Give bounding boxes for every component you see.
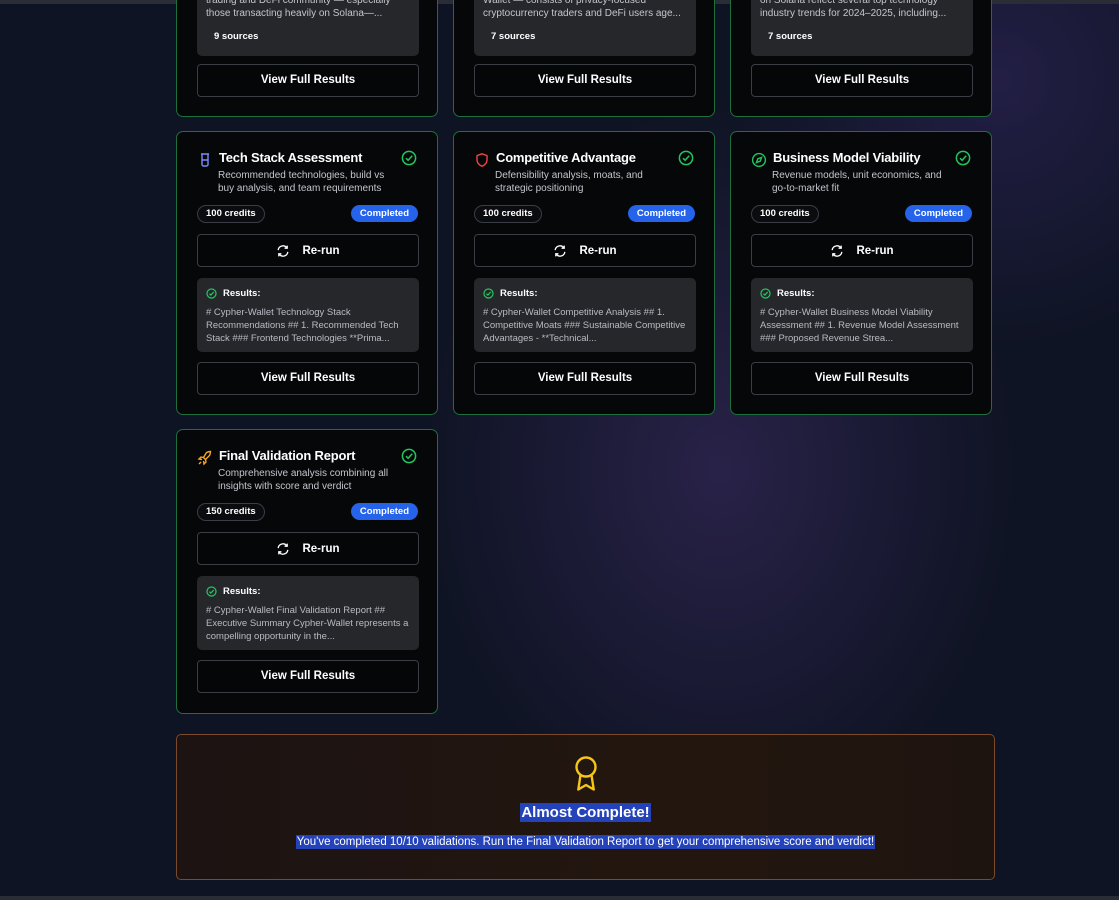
rerun-label: Re-run bbox=[579, 244, 617, 257]
sources-snippet: on Solana reflect several top technology… bbox=[760, 0, 947, 19]
view-full-results-button[interactable]: View Full Results bbox=[474, 64, 696, 97]
card-title: Competitive Advantage bbox=[496, 150, 636, 165]
card-description: Comprehensive analysis combining all ins… bbox=[218, 468, 389, 492]
research-card: on Solana reflect several top technology… bbox=[730, 0, 992, 117]
results-label: Results: bbox=[223, 585, 261, 597]
check-circle-icon bbox=[483, 287, 494, 299]
refresh-icon bbox=[278, 542, 289, 555]
results-preview: # Cypher-Wallet Business Model Viability… bbox=[760, 307, 959, 344]
view-full-results-button[interactable]: View Full Results bbox=[474, 362, 696, 395]
view-full-results-button[interactable]: View Full Results bbox=[197, 64, 419, 97]
shield-icon bbox=[476, 153, 488, 167]
rerun-label: Re-run bbox=[302, 244, 340, 257]
results-preview: # Cypher-Wallet Technology Stack Recomme… bbox=[206, 307, 399, 344]
card-title: Business Model Viability bbox=[773, 150, 921, 165]
sources-count: 9 sources bbox=[214, 31, 259, 42]
view-full-results-button[interactable]: View Full Results bbox=[197, 660, 419, 693]
results-preview: # Cypher-Wallet Final Validation Report … bbox=[206, 605, 409, 642]
refresh-icon bbox=[555, 244, 566, 257]
check-circle-icon bbox=[955, 150, 971, 166]
view-full-results-button[interactable]: View Full Results bbox=[751, 64, 973, 97]
bottom-divider bbox=[0, 896, 1119, 900]
banner-subtitle: You've completed 10/10 validations. Run … bbox=[295, 835, 876, 849]
sources-box: on Solana reflect several top technology… bbox=[751, 0, 973, 56]
sources-count: 7 sources bbox=[491, 31, 536, 42]
check-circle-icon bbox=[206, 287, 217, 299]
credits-badge: 150 credits bbox=[197, 503, 265, 521]
check-circle-icon bbox=[678, 150, 694, 166]
card-description: Defensibility analysis, moats, and strat… bbox=[495, 170, 643, 194]
validation-card-competitive-advantage: Competitive Advantage Defensibility anal… bbox=[453, 131, 715, 415]
results-box: Results: # Cypher-Wallet Business Model … bbox=[751, 278, 973, 352]
status-badge: Completed bbox=[627, 205, 695, 222]
view-full-results-button[interactable]: View Full Results bbox=[751, 362, 973, 395]
card-title: Final Validation Report bbox=[219, 448, 356, 463]
sources-count: 7 sources bbox=[768, 31, 813, 42]
card-title: Tech Stack Assessment bbox=[219, 150, 363, 165]
results-label: Results: bbox=[223, 287, 261, 299]
research-card: Wallet — consists of privacy-focused cry… bbox=[453, 0, 715, 117]
beaker-icon bbox=[201, 153, 209, 167]
check-circle-icon bbox=[760, 287, 771, 299]
status-badge: Completed bbox=[350, 503, 418, 520]
validation-card-final-report: Final Validation Report Comprehensive an… bbox=[176, 429, 438, 714]
sources-box: trading and DeFi community — especially … bbox=[197, 0, 419, 56]
rerun-label: Re-run bbox=[302, 542, 340, 555]
refresh-icon bbox=[832, 244, 843, 257]
results-box: Results: # Cypher-Wallet Technology Stac… bbox=[197, 278, 419, 352]
check-circle-icon bbox=[206, 585, 217, 597]
status-badge: Completed bbox=[350, 205, 418, 222]
rerun-button[interactable]: Re-run bbox=[197, 532, 419, 565]
credits-badge: 100 credits bbox=[197, 205, 265, 223]
results-preview: # Cypher-Wallet Competitive Analysis ## … bbox=[483, 307, 686, 344]
status-badge: Completed bbox=[904, 205, 972, 222]
credits-badge: 100 credits bbox=[751, 205, 819, 223]
card-description: Recommended technologies, build vs buy a… bbox=[218, 170, 385, 194]
award-icon bbox=[575, 756, 597, 791]
sources-snippet: trading and DeFi community — especially … bbox=[206, 0, 391, 19]
compass-icon bbox=[751, 152, 767, 168]
almost-complete-banner: Almost Complete! You've completed 10/10 … bbox=[176, 734, 995, 880]
refresh-icon bbox=[278, 244, 289, 257]
rerun-button[interactable]: Re-run bbox=[474, 234, 696, 267]
sources-box: Wallet — consists of privacy-focused cry… bbox=[474, 0, 696, 56]
results-label: Results: bbox=[777, 287, 815, 299]
rocket-icon bbox=[197, 450, 212, 466]
credits-badge: 100 credits bbox=[474, 205, 542, 223]
check-circle-icon bbox=[401, 150, 417, 166]
rerun-label: Re-run bbox=[856, 244, 894, 257]
sources-snippet: Wallet — consists of privacy-focused cry… bbox=[483, 0, 681, 19]
results-box: Results: # Cypher-Wallet Competitive Ana… bbox=[474, 278, 696, 352]
validation-card-tech-stack: Tech Stack Assessment Recommended techno… bbox=[176, 131, 438, 415]
validation-card-business-model: Business Model Viability Revenue models,… bbox=[730, 131, 992, 415]
check-circle-icon bbox=[401, 448, 417, 464]
rerun-button[interactable]: Re-run bbox=[197, 234, 419, 267]
results-box: Results: # Cypher-Wallet Final Validatio… bbox=[197, 576, 419, 650]
results-label: Results: bbox=[500, 287, 538, 299]
card-description: Revenue models, unit economics, and go-t… bbox=[772, 170, 942, 194]
banner-title: Almost Complete! bbox=[520, 803, 651, 822]
view-full-results-button[interactable]: View Full Results bbox=[197, 362, 419, 395]
research-card: trading and DeFi community — especially … bbox=[176, 0, 438, 117]
rerun-button[interactable]: Re-run bbox=[751, 234, 973, 267]
